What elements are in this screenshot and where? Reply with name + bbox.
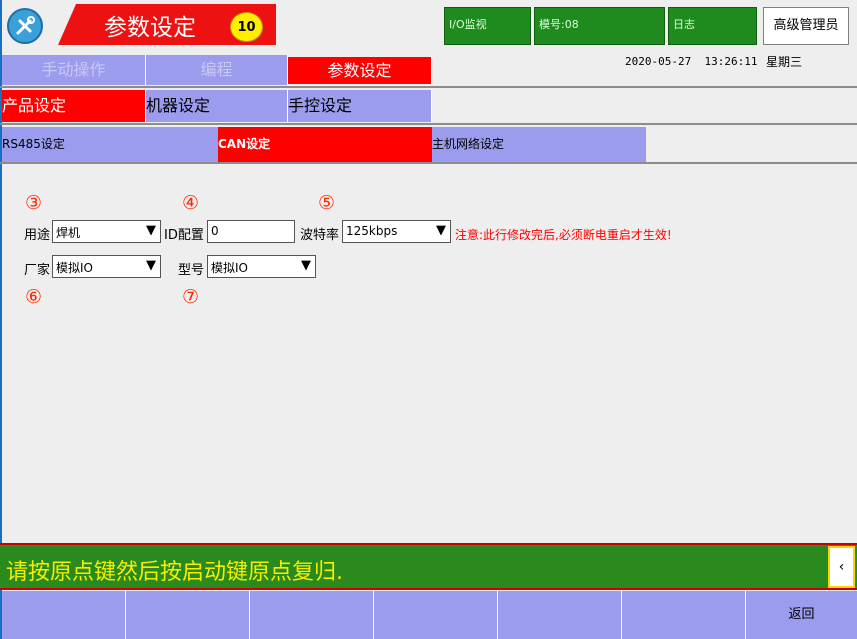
tools-icon[interactable]	[7, 8, 43, 44]
function-key-4[interactable]	[374, 591, 498, 639]
chevron-down-icon: ▼	[146, 258, 156, 273]
divider	[0, 86, 857, 88]
usage-label: 用途	[24, 228, 51, 243]
tab-can[interactable]: CAN设定	[218, 127, 432, 162]
chevron-down-icon: ▼	[146, 223, 156, 238]
tab-programming[interactable]: 编程	[146, 55, 288, 85]
chevron-down-icon: ▼	[436, 223, 446, 238]
log-button[interactable]: 日志	[668, 7, 757, 45]
marker-4: ④	[182, 192, 200, 214]
io-monitor-button[interactable]: I/O监视	[444, 7, 531, 45]
tab-parameters[interactable]: 参数设定	[288, 57, 432, 84]
time: 13:26:11	[704, 55, 758, 68]
tab-pendant-settings[interactable]: 手控设定	[288, 90, 432, 122]
function-key-2[interactable]	[126, 591, 250, 639]
tab-manual[interactable]: 手动操作	[2, 55, 146, 85]
vendor-value: 模拟IO	[56, 261, 93, 275]
model-select[interactable]: 模拟IO ▼	[207, 255, 316, 278]
baud-label: 波特率	[300, 228, 340, 243]
function-key-6[interactable]	[622, 591, 746, 639]
tab-machine-settings[interactable]: 机器设定	[146, 90, 288, 122]
divider	[0, 123, 857, 125]
baud-value: 125kbps	[346, 224, 398, 238]
mold-number-button[interactable]: 模号:08	[534, 7, 665, 45]
date: 2020-05-27	[625, 55, 692, 68]
tab-rs485[interactable]: RS485设定	[2, 127, 218, 162]
weekday: 星期三	[766, 55, 803, 69]
datetime: 2020-05-27 13:26:11	[625, 55, 757, 68]
page-title: 参数设定	[104, 15, 196, 41]
model-label: 型号	[178, 263, 205, 278]
tab-product-settings[interactable]: 产品设定	[2, 90, 146, 122]
function-key-3[interactable]	[250, 591, 374, 639]
marker-7: ⑦	[182, 286, 200, 308]
chevron-left-icon[interactable]: ‹	[828, 546, 855, 588]
marker-6: ⑥	[25, 286, 43, 308]
marker-3: ③	[25, 192, 43, 214]
function-key-5[interactable]	[498, 591, 622, 639]
chevron-down-icon: ▼	[301, 258, 311, 273]
status-message: 请按原点键然后按启动键原点复归.	[6, 560, 343, 585]
usage-value: 焊机	[56, 226, 81, 240]
model-value: 模拟IO	[211, 261, 248, 275]
vendor-select[interactable]: 模拟IO ▼	[52, 255, 161, 278]
marker-5: ⑤	[318, 192, 336, 214]
function-key-1[interactable]	[2, 591, 126, 639]
baud-select[interactable]: 125kbps ▼	[342, 220, 451, 243]
restart-notice: 注意:此行修改完后,必须断电重启才生效!	[455, 228, 672, 242]
divider	[0, 162, 857, 164]
tab-host-network[interactable]: 主机网络设定	[432, 127, 646, 162]
id-input[interactable]: 0	[207, 220, 295, 243]
alarm-badge[interactable]: 10	[230, 12, 263, 42]
id-label: ID配置	[164, 228, 204, 243]
usage-select[interactable]: 焊机 ▼	[52, 220, 161, 243]
admin-button[interactable]: 高级管理员	[763, 7, 849, 45]
vendor-label: 厂家	[24, 263, 51, 278]
back-button[interactable]: 返回	[746, 591, 857, 639]
